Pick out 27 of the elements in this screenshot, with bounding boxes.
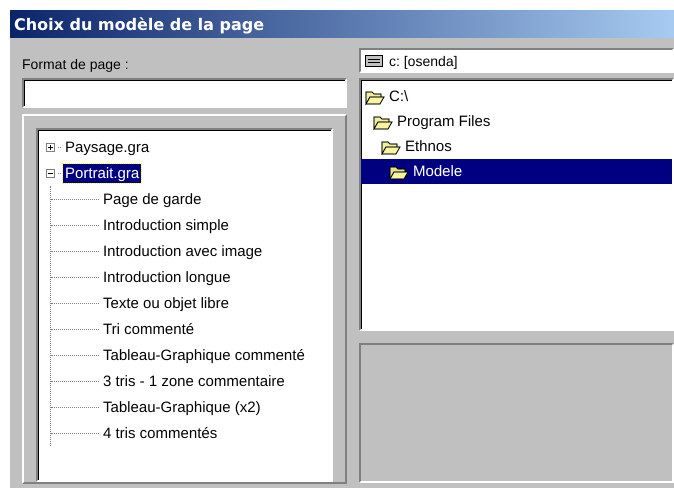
folder-item[interactable]: Modele [361, 159, 672, 184]
folder-icon [381, 138, 401, 154]
folder-icon [389, 164, 409, 180]
tree-item[interactable]: 3 tris - 1 zone commentaire [101, 372, 287, 390]
tree-item[interactable]: Introduction simple [101, 216, 231, 234]
tree-item[interactable]: Introduction longue [101, 268, 233, 286]
drive-icon [365, 54, 383, 66]
format-field[interactable] [22, 78, 347, 108]
tree-item[interactable]: Tableau-Graphique (x2) [101, 398, 263, 416]
tree-item[interactable]: Paysage.gra [63, 138, 152, 156]
tree-item[interactable]: Tri commenté [101, 320, 196, 338]
window-title: Choix du modèle de la page [10, 10, 674, 38]
drive-dropdown[interactable]: c: [osenda] [359, 48, 674, 73]
collapse-icon[interactable] [46, 168, 55, 178]
tree-item[interactable]: Page de garde [101, 190, 204, 208]
tree-item[interactable]: Portrait.gra [63, 164, 142, 182]
tree-item[interactable]: 4 tris commentés [101, 424, 220, 442]
tree-item[interactable]: Texte ou objet libre [101, 294, 231, 312]
folder-item[interactable]: Program Files [361, 109, 672, 134]
folder-item[interactable]: Ethnos [361, 134, 672, 159]
folder-icon [373, 114, 393, 130]
folder-icon [365, 88, 385, 104]
folder-item[interactable]: C:\ [361, 84, 672, 109]
format-label: Format de page : [22, 56, 130, 74]
tree-item[interactable]: Tableau-Graphique commenté [101, 346, 307, 364]
tree-item[interactable]: Introduction avec image [101, 242, 264, 260]
expand-icon[interactable] [46, 142, 55, 152]
